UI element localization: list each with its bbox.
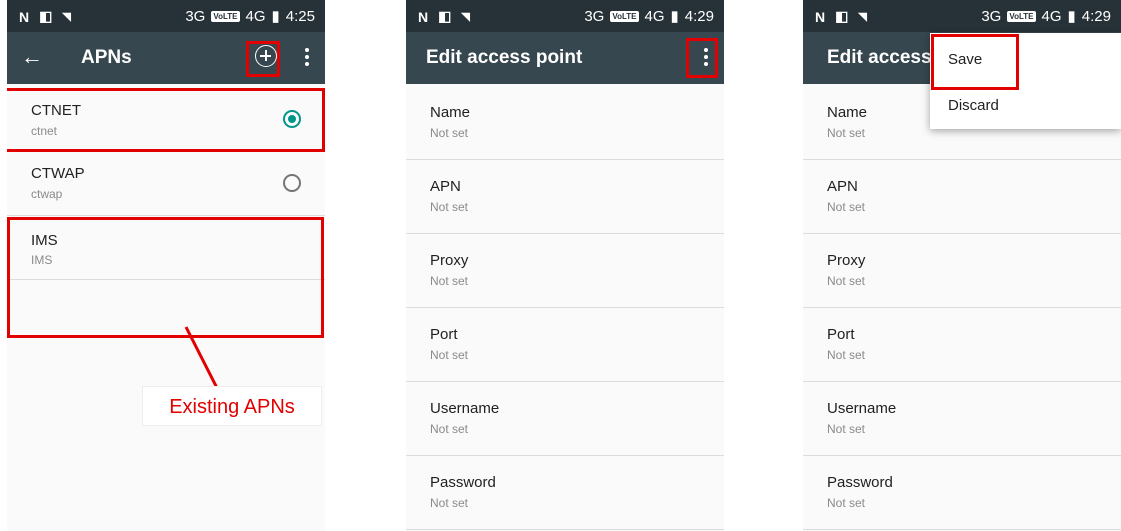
notification-icon: N — [815, 8, 826, 25]
field-value: Not set — [827, 274, 866, 288]
annotation-pointer — [184, 326, 219, 389]
field-label: Password — [827, 474, 893, 491]
battery-icon: ▮ — [670, 8, 679, 25]
field-row-username[interactable]: Username Not set — [803, 382, 1121, 456]
field-row-name[interactable]: Name Not set — [406, 86, 724, 160]
status-bar: N ◧ ◥ 3G VoLTE 4G ▮ 4:29 — [803, 0, 1121, 32]
field-label: Username — [827, 400, 897, 417]
edit-access-point-screen: N ◧ ◥ 3G VoLTE 4G ▮ 4:29 Edit access poi… — [406, 0, 724, 531]
notification-icon: ◧ — [835, 8, 849, 24]
field-row-apn[interactable]: APN Not set — [803, 160, 1121, 234]
network-type-2: 4G — [644, 7, 665, 25]
field-row-username[interactable]: Username Not set — [406, 382, 724, 456]
field-value: Not set — [827, 126, 866, 140]
highlight-overflow-menu — [686, 38, 718, 78]
apns-screen: N ◧ ◥ 3G VoLTE 4G ▮ 4:25 ← APNs CTNET ct… — [7, 0, 325, 531]
page-title: Edit access — [827, 47, 932, 68]
field-label: Name — [430, 104, 471, 121]
app-bar: Edit access point — [406, 32, 724, 84]
network-type: 3G — [584, 7, 605, 25]
annotation-label: Existing APNs — [142, 386, 322, 426]
field-label: Port — [827, 326, 855, 343]
field-label: Proxy — [827, 252, 866, 269]
clock: 4:29 — [1081, 7, 1111, 25]
field-value: Not set — [430, 496, 469, 510]
field-row-password[interactable]: Password Not set — [803, 456, 1121, 530]
field-value: Not set — [430, 200, 469, 214]
clock: 4:29 — [684, 7, 714, 25]
field-label: Port — [430, 326, 458, 343]
battery-icon: ▮ — [1067, 8, 1076, 25]
volte-badge: VoLTE — [610, 10, 639, 22]
field-label: Password — [430, 474, 496, 491]
notification-icon: ◧ — [438, 8, 452, 24]
field-row-port[interactable]: Port Not set — [406, 308, 724, 382]
network-type: 3G — [981, 7, 1002, 25]
field-value: Not set — [430, 348, 469, 362]
field-row-apn[interactable]: APN Not set — [406, 160, 724, 234]
page-title: Edit access point — [426, 47, 583, 68]
highlight-save — [931, 34, 1019, 90]
field-value: Not set — [827, 422, 866, 436]
wifi-icon: ◥ — [858, 11, 867, 23]
field-row-port[interactable]: Port Not set — [803, 308, 1121, 382]
field-value: Not set — [430, 126, 469, 140]
wifi-icon: ◥ — [461, 11, 470, 23]
field-value: Not set — [827, 496, 866, 510]
field-row-proxy[interactable]: Proxy Not set — [803, 234, 1121, 308]
field-value: Not set — [827, 200, 866, 214]
network-type-2: 4G — [1041, 7, 1062, 25]
field-label: Username — [430, 400, 500, 417]
field-label: Name — [827, 104, 868, 121]
field-value: Not set — [827, 348, 866, 362]
field-row-proxy[interactable]: Proxy Not set — [406, 234, 724, 308]
field-row-password[interactable]: Password Not set — [406, 456, 724, 530]
notification-icon: N — [418, 8, 429, 25]
field-label: Proxy — [430, 252, 469, 269]
status-bar: N ◧ ◥ 3G VoLTE 4G ▮ 4:29 — [406, 0, 724, 32]
volte-badge: VoLTE — [1007, 10, 1036, 22]
field-label: APN — [430, 178, 461, 195]
field-value: Not set — [430, 274, 469, 288]
field-label: APN — [827, 178, 858, 195]
menu-item-discard[interactable]: Discard — [948, 97, 999, 114]
field-value: Not set — [430, 422, 469, 436]
